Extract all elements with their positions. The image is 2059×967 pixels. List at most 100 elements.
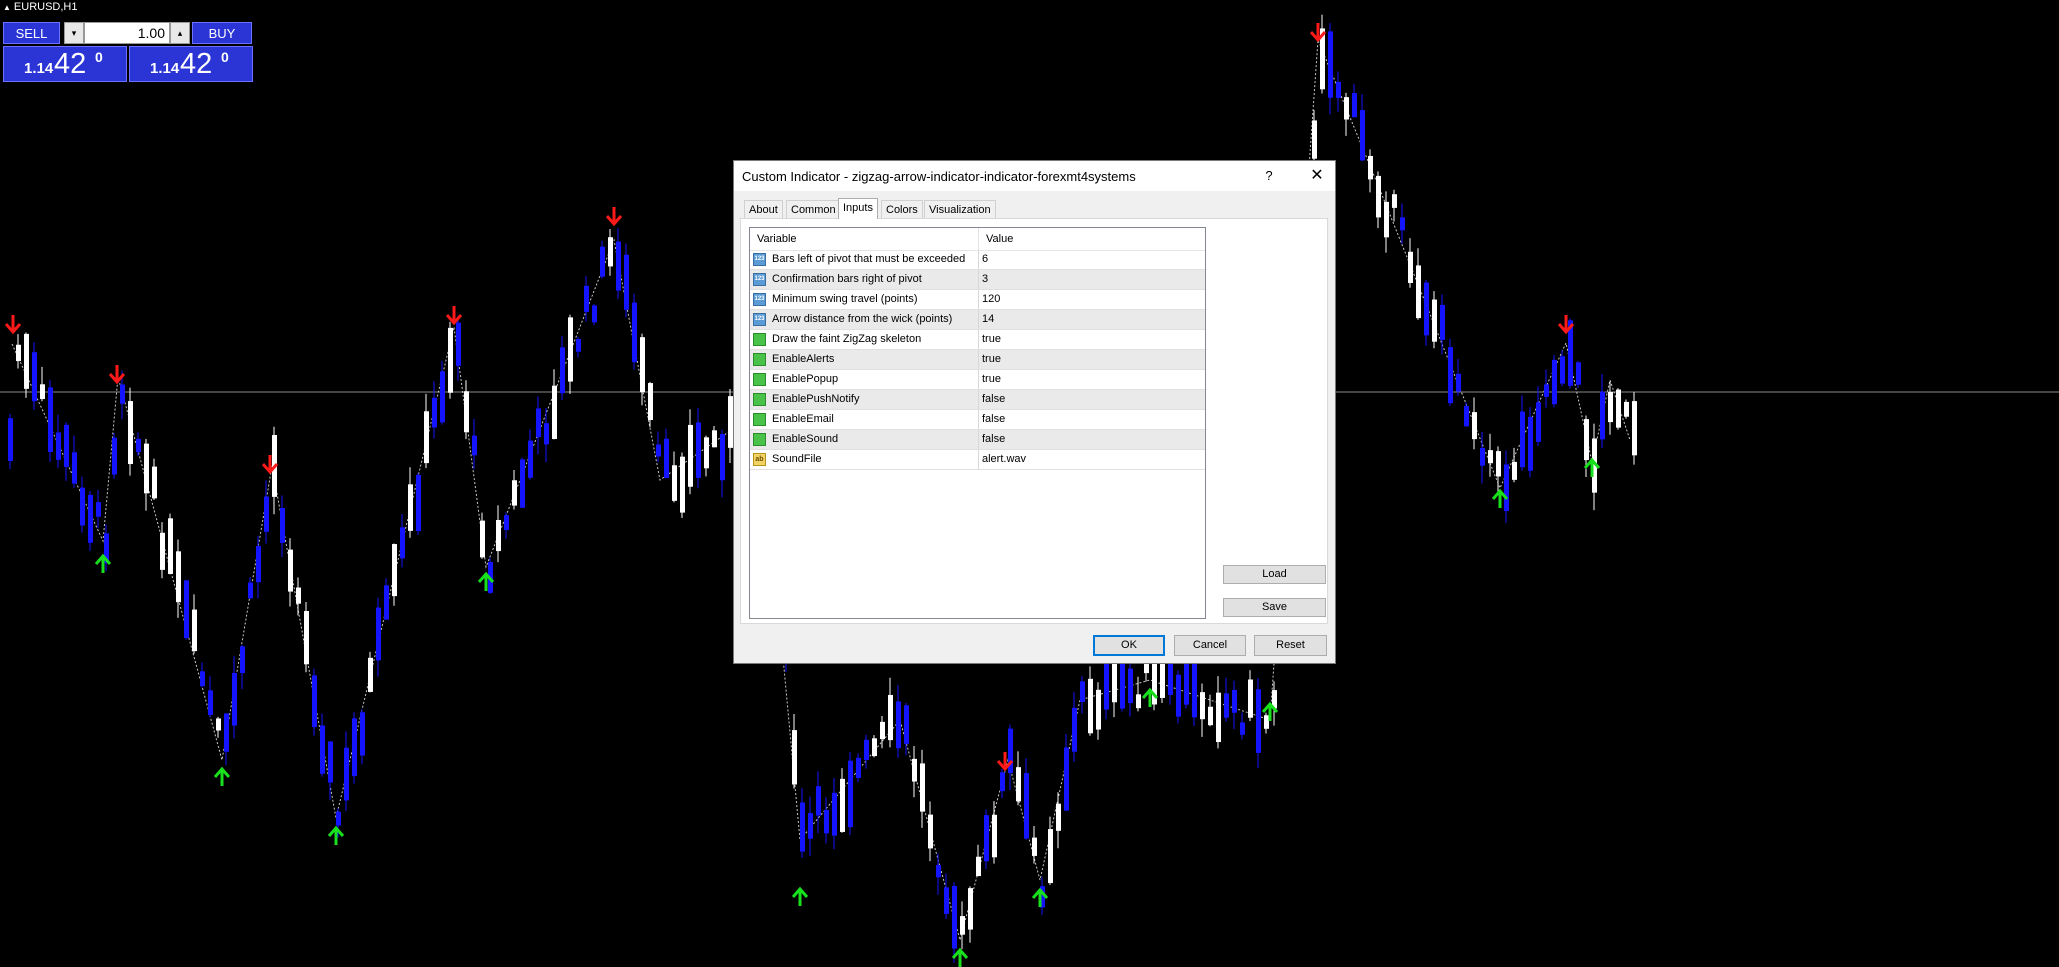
candle-body bbox=[624, 254, 629, 310]
table-row[interactable]: Draw the faint ZigZag skeleton true bbox=[750, 330, 1205, 350]
tab-colors[interactable]: Colors bbox=[881, 200, 923, 218]
sell-price-button[interactable]: 1.14 42 0 bbox=[3, 46, 127, 82]
table-row[interactable]: EnablePushNotify false bbox=[750, 390, 1205, 410]
candle-body bbox=[1560, 356, 1565, 384]
variable-label: Confirmation bars right of pivot bbox=[772, 273, 922, 285]
value-cell[interactable]: 3 bbox=[979, 270, 1205, 289]
dialog-titlebar[interactable]: Custom Indicator - zigzag-arrow-indicato… bbox=[734, 161, 1335, 191]
sell-price-fraction: 0 bbox=[95, 49, 103, 65]
candle-body bbox=[1120, 662, 1125, 709]
lot-size-input[interactable]: 1.00 bbox=[84, 22, 170, 44]
variable-label: Draw the faint ZigZag skeleton bbox=[772, 333, 922, 345]
candle-body bbox=[1000, 772, 1005, 792]
column-header-variable[interactable]: Variable bbox=[750, 228, 979, 250]
value-cell[interactable]: true bbox=[979, 370, 1205, 389]
collapse-triangle-icon[interactable]: ▲ bbox=[3, 3, 11, 12]
candle-body bbox=[464, 391, 469, 433]
candle-body bbox=[176, 551, 181, 603]
candle-body bbox=[168, 518, 173, 574]
close-icon[interactable]: ✕ bbox=[1300, 161, 1334, 191]
sell-button[interactable]: SELL bbox=[3, 22, 60, 44]
candle-body bbox=[920, 763, 925, 812]
candle-body bbox=[368, 657, 373, 692]
candle-body bbox=[1472, 412, 1477, 440]
candle-body bbox=[904, 705, 909, 744]
candle-body bbox=[584, 285, 589, 312]
candle-body bbox=[608, 237, 613, 267]
candle-body bbox=[712, 430, 717, 448]
candle-body bbox=[328, 741, 333, 783]
candle-body bbox=[1464, 406, 1469, 427]
variable-cell: ab SoundFile bbox=[750, 450, 979, 469]
ok-button[interactable]: OK bbox=[1093, 635, 1165, 656]
candle-body bbox=[1528, 416, 1533, 471]
candle-body bbox=[1232, 689, 1237, 713]
candle-body bbox=[792, 730, 797, 785]
candle-body bbox=[1600, 391, 1605, 440]
sell-price-pips: 42 bbox=[54, 48, 87, 80]
sell-price-prefix: 1.14 bbox=[24, 60, 54, 77]
variable-cell: 123 Minimum swing travel (points) bbox=[750, 290, 979, 309]
column-header-value[interactable]: Value bbox=[979, 228, 1205, 250]
value-cell[interactable]: 120 bbox=[979, 290, 1205, 309]
candle-body bbox=[1248, 679, 1253, 718]
buy-button[interactable]: BUY bbox=[192, 22, 252, 44]
value-cell[interactable]: 14 bbox=[979, 310, 1205, 329]
table-row[interactable]: EnableAlerts true bbox=[750, 350, 1205, 370]
candle-body bbox=[1200, 692, 1205, 720]
table-row[interactable]: EnableSound false bbox=[750, 430, 1205, 450]
load-button[interactable]: Load bbox=[1223, 565, 1326, 584]
candle-body bbox=[224, 713, 229, 752]
table-row[interactable]: ab SoundFile alert.wav bbox=[750, 450, 1205, 470]
candle-body bbox=[800, 802, 805, 852]
lot-decrease-icon[interactable]: ▾ bbox=[64, 22, 84, 44]
cancel-button[interactable]: Cancel bbox=[1174, 635, 1246, 656]
integer-type-icon: 123 bbox=[753, 293, 766, 306]
candle-body bbox=[576, 338, 581, 352]
help-icon[interactable]: ? bbox=[1254, 161, 1284, 191]
tab-visualization[interactable]: Visualization bbox=[924, 200, 996, 218]
variable-label: EnablePushNotify bbox=[772, 393, 860, 405]
table-row[interactable]: EnablePopup true bbox=[750, 370, 1205, 390]
tab-inputs[interactable]: Inputs bbox=[838, 198, 878, 219]
candle-body bbox=[1392, 194, 1397, 208]
chart-symbol: EURUSD,H1 bbox=[13, 1, 78, 13]
candle-body bbox=[1032, 837, 1037, 856]
candle-body bbox=[976, 856, 981, 877]
save-button[interactable]: Save bbox=[1223, 598, 1326, 617]
table-row[interactable]: 123 Bars left of pivot that must be excee… bbox=[750, 250, 1205, 270]
candle-body bbox=[848, 760, 853, 828]
value-cell[interactable]: true bbox=[979, 330, 1205, 349]
candle-body bbox=[264, 496, 269, 532]
candle-body bbox=[1584, 419, 1589, 461]
buy-price-button[interactable]: 1.14 42 0 bbox=[129, 46, 253, 82]
candle-body bbox=[408, 484, 413, 531]
candle-body bbox=[1136, 694, 1141, 709]
value-cell[interactable]: true bbox=[979, 350, 1205, 369]
reset-button[interactable]: Reset bbox=[1254, 635, 1327, 656]
value-cell[interactable]: false bbox=[979, 390, 1205, 409]
value-cell[interactable]: false bbox=[979, 410, 1205, 429]
table-row[interactable]: 123 Minimum swing travel (points) 120 bbox=[750, 290, 1205, 310]
value-cell[interactable]: alert.wav bbox=[979, 450, 1205, 469]
variable-cell: EnableSound bbox=[750, 430, 979, 449]
value-cell[interactable]: 6 bbox=[979, 250, 1205, 269]
variable-label: EnableAlerts bbox=[772, 353, 835, 365]
variable-label: Bars left of pivot that must be exceeded bbox=[772, 253, 966, 265]
candle-body bbox=[1624, 401, 1629, 417]
tab-about[interactable]: About bbox=[744, 200, 783, 218]
variable-cell: EnableAlerts bbox=[750, 350, 979, 369]
boolean-type-icon bbox=[753, 333, 766, 346]
tab-common[interactable]: Common bbox=[786, 200, 841, 218]
candle-body bbox=[616, 241, 621, 291]
candle-body bbox=[16, 344, 21, 362]
candle-body bbox=[544, 423, 549, 445]
candle-body bbox=[552, 385, 557, 439]
table-row[interactable]: 123 Confirmation bars right of pivot 3 bbox=[750, 270, 1205, 290]
lot-increase-icon[interactable]: ▴ bbox=[170, 22, 190, 44]
table-row[interactable]: 123 Arrow distance from the wick (points)… bbox=[750, 310, 1205, 330]
value-cell[interactable]: false bbox=[979, 430, 1205, 449]
candle-body bbox=[1080, 681, 1085, 702]
variable-label: EnableEmail bbox=[772, 413, 834, 425]
table-row[interactable]: EnableEmail false bbox=[750, 410, 1205, 430]
